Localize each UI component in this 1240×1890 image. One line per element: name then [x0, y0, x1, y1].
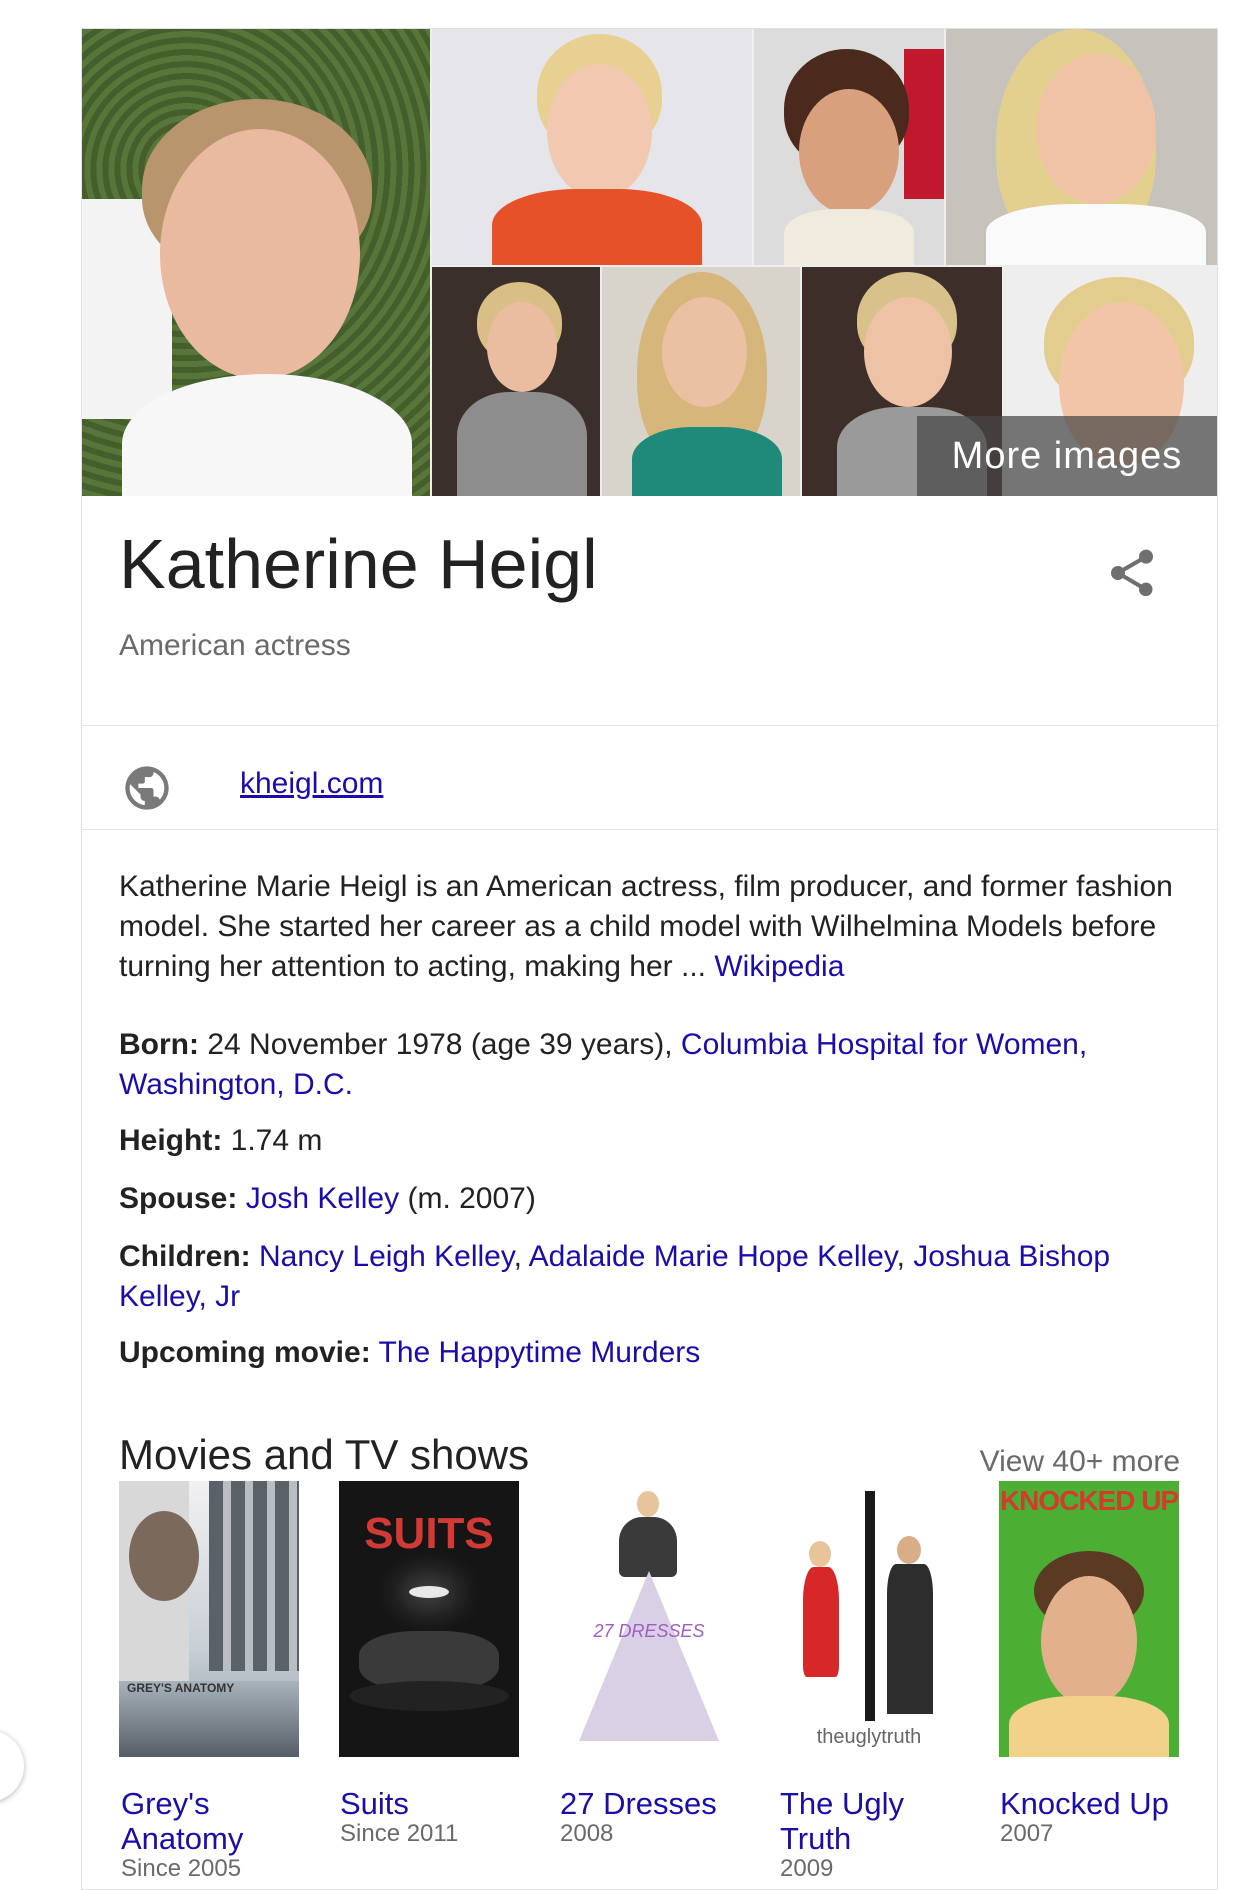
movie-subtitle: Since 2005	[121, 1855, 242, 1882]
entity-title: Katherine Heigl	[119, 525, 598, 603]
fact-label: Spouse:	[119, 1182, 238, 1215]
description-text: Katherine Marie Heigl is an American act…	[119, 870, 1173, 983]
fact-spouse: Spouse: Josh Kelley (m. 2007)	[119, 1179, 1179, 1219]
side-scroll-button[interactable]	[0, 1730, 24, 1802]
fact-label: Born:	[119, 1028, 199, 1061]
movie-title[interactable]: Grey's Anatomy	[121, 1786, 281, 1856]
divider	[82, 725, 1217, 726]
fact-value: (m. 2007)	[399, 1182, 536, 1215]
website-link[interactable]: kheigl.com	[240, 767, 383, 801]
gallery-image-2[interactable]	[432, 29, 752, 265]
movie-subtitle: 2007	[1000, 1820, 1054, 1847]
movie-title[interactable]: Knocked Up	[1000, 1786, 1200, 1821]
more-images-button[interactable]: More images	[917, 416, 1217, 496]
divider	[82, 829, 1217, 830]
globe-icon	[125, 766, 169, 810]
fact-children: Children: Nancy Leigh Kelley, Adalaide M…	[119, 1237, 1179, 1317]
gallery-image-6[interactable]	[602, 267, 800, 496]
poster-the-ugly-truth[interactable]: theuglytruth	[779, 1481, 959, 1757]
poster-title: GREY'S ANATOMY	[127, 1681, 235, 1695]
poster-knocked-up[interactable]: KNOCKED UP	[999, 1481, 1179, 1757]
fact-label: Upcoming movie:	[119, 1336, 371, 1369]
child-link[interactable]: Adalaide Marie Hope Kelley	[529, 1240, 897, 1273]
wikipedia-link[interactable]: Wikipedia	[714, 950, 844, 983]
fact-label: Children:	[119, 1240, 251, 1273]
gallery-image-main[interactable]	[82, 29, 430, 496]
image-gallery[interactable]: More images	[82, 29, 1217, 496]
movie-subtitle: 2009	[780, 1855, 834, 1882]
fact-upcoming-movie: Upcoming movie: The Happytime Murders	[119, 1333, 1179, 1373]
movie-title[interactable]: The Ugly Truth	[780, 1786, 930, 1856]
entity-subtitle: American actress	[119, 629, 351, 662]
movie-title[interactable]: Suits	[340, 1786, 540, 1821]
gallery-image-3[interactable]	[754, 29, 944, 265]
child-link[interactable]: Nancy Leigh Kelley	[259, 1240, 514, 1273]
fact-height: Height: 1.74 m	[119, 1121, 1179, 1161]
poster-27-dresses[interactable]: 27 DRESSES	[559, 1481, 739, 1757]
share-icon[interactable]	[1104, 545, 1160, 601]
movie-subtitle: 2008	[560, 1820, 614, 1847]
gallery-image-5[interactable]	[432, 267, 600, 496]
section-title: Movies and TV shows	[119, 1431, 530, 1478]
poster-title: KNOCKED UP	[999, 1485, 1179, 1516]
fact-label: Height:	[119, 1124, 223, 1157]
upcoming-movie-link[interactable]: The Happytime Murders	[379, 1336, 701, 1369]
poster-greys-anatomy[interactable]: GREY'S ANATOMY	[119, 1481, 299, 1757]
poster-title: SUITS	[364, 1509, 494, 1558]
poster-title: 27 DRESSES	[593, 1621, 705, 1641]
poster-suits[interactable]: SUITS	[339, 1481, 519, 1757]
fact-born: Born: 24 November 1978 (age 39 years), C…	[119, 1025, 1179, 1105]
spouse-link[interactable]: Josh Kelley	[246, 1182, 399, 1215]
fact-value: 24 November 1978 (age 39 years),	[198, 1028, 681, 1061]
poster-title: theuglytruth	[816, 1726, 922, 1748]
view-more-link[interactable]: View 40+ more	[980, 1445, 1180, 1479]
fact-value: 1.74 m	[222, 1124, 323, 1157]
description: Katherine Marie Heigl is an American act…	[119, 867, 1179, 987]
separator: ,	[513, 1240, 529, 1273]
gallery-image-4[interactable]	[946, 29, 1217, 265]
knowledge-panel: More images Katherine Heigl American act…	[81, 28, 1218, 1890]
separator: ,	[896, 1240, 914, 1273]
movie-title[interactable]: 27 Dresses	[560, 1786, 760, 1821]
movie-subtitle: Since 2011	[340, 1820, 459, 1847]
